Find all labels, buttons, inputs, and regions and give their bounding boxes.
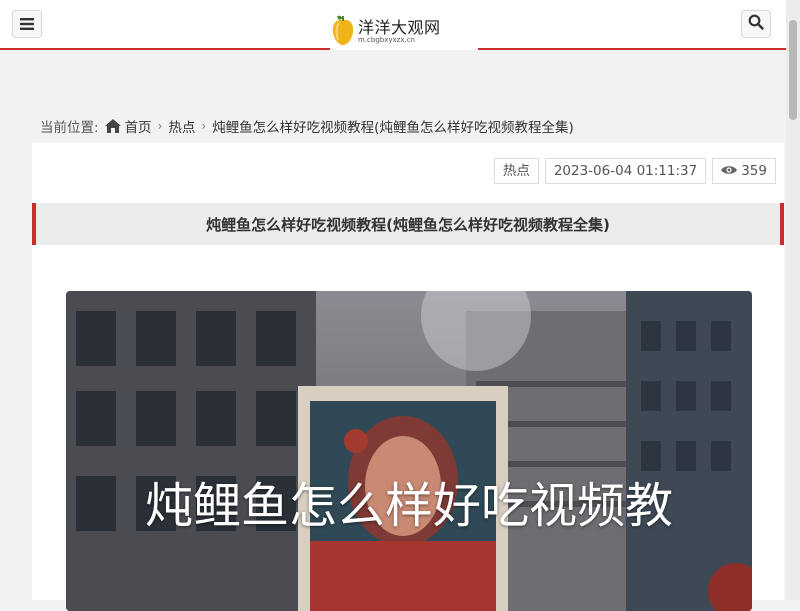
publish-date: 2023-06-04 01:11:37 [544,158,707,184]
chevron-right-icon: › [201,119,207,133]
article-meta: 热点 2023-06-04 01:11:37 359 [493,158,776,184]
pepper-logo-icon [330,14,356,50]
breadcrumb-current: 炖鲤鱼怎么样好吃视频教程(炖鲤鱼怎么样好吃视频教程全集) [212,120,574,136]
search-button[interactable] [741,10,771,38]
hero-image-caption: 炖鲤鱼怎么样好吃视频教 [144,478,673,534]
menu-button[interactable] [12,10,42,38]
site-domain: m.cbgbxyxzx.cn [358,36,415,44]
search-icon [748,14,764,34]
breadcrumb-prefix: 当前位置: [40,120,99,136]
article-hero-image: 炖鲤鱼怎么样好吃视频教 [66,291,752,611]
site-header: 洋洋大观网 m.cbgbxyxzx.cn [0,0,786,50]
scrollbar-thumb[interactable] [789,20,797,120]
category-tag[interactable]: 热点 [493,158,539,184]
hamburger-menu-icon [20,15,34,34]
view-count: 359 [741,163,767,179]
breadcrumb: 当前位置: 首页 › 热点 › 炖鲤鱼怎么样好吃视频教程(炖鲤鱼怎么样好吃视频教… [40,116,574,136]
home-icon [104,119,121,133]
eye-icon [721,158,738,184]
article-container: 热点 2023-06-04 01:11:37 359 炖鲤鱼怎么样好吃视频教程(… [32,143,784,611]
chevron-right-icon: › [157,119,163,133]
article-title: 炖鲤鱼怎么样好吃视频教程(炖鲤鱼怎么样好吃视频教程全集) [32,203,784,245]
view-count-badge: 359 [712,158,776,184]
breadcrumb-category-link[interactable]: 热点 [168,116,195,136]
site-logo[interactable]: 洋洋大观网 m.cbgbxyxzx.cn [330,14,478,50]
breadcrumb-home-link[interactable]: 首页 [125,116,152,136]
site-name: 洋洋大观网 [358,18,441,37]
